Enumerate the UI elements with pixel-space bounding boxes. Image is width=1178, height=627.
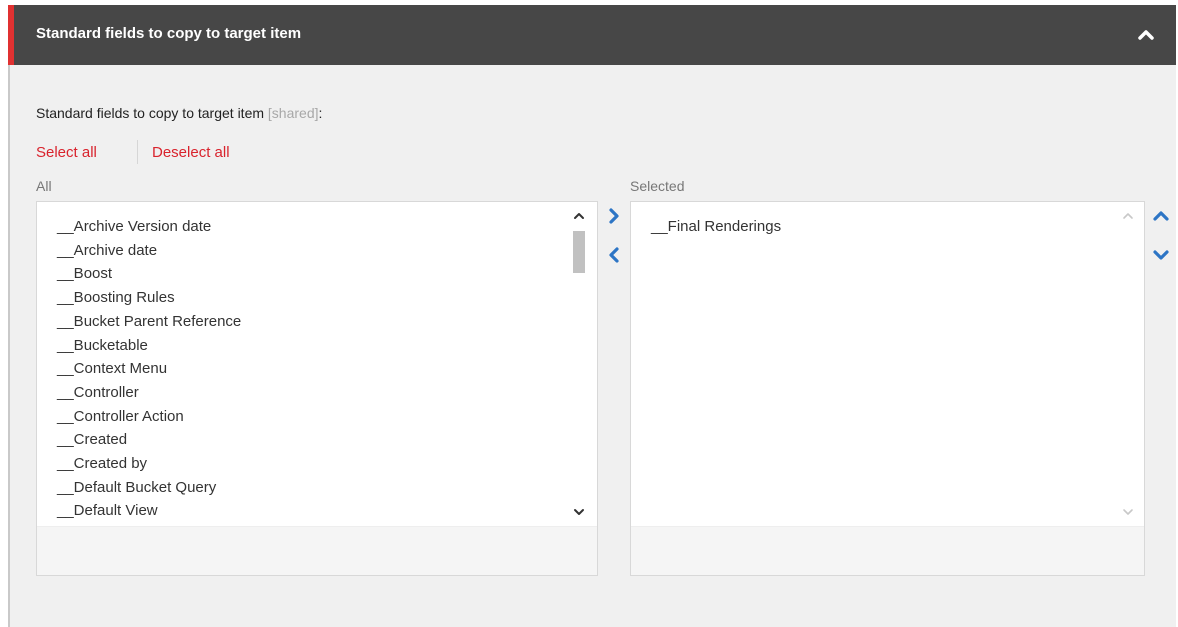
all-fields-listbox[interactable]: __Archive Version date __Archive date __… xyxy=(36,201,598,576)
scroll-down-chevron-down-icon[interactable] xyxy=(569,502,589,522)
scroll-up-chevron-up-icon[interactable] xyxy=(569,206,589,226)
collapse-chevron-up-icon[interactable] xyxy=(1136,25,1156,45)
move-up-chevron-up-icon[interactable] xyxy=(1151,206,1171,226)
list-item[interactable]: __Archive Version date xyxy=(57,215,241,239)
list-item[interactable]: __Bucketable xyxy=(57,334,241,358)
selected-list-scrollbar[interactable] xyxy=(1118,202,1138,528)
list-item[interactable]: __Created by xyxy=(57,452,241,476)
all-list-footer xyxy=(37,526,597,575)
selected-fields-items: __Final Renderings xyxy=(651,215,781,239)
list-item[interactable]: __Created xyxy=(57,428,241,452)
scroll-down-chevron-down-icon[interactable] xyxy=(1118,502,1138,522)
add-chevron-right-icon[interactable] xyxy=(604,206,624,226)
list-item[interactable]: __Controller xyxy=(57,381,241,405)
list-item[interactable]: __Final Renderings xyxy=(651,215,781,239)
shared-tag: [shared] xyxy=(267,105,319,121)
scroll-up-chevron-up-icon[interactable] xyxy=(1118,206,1138,226)
field-label: Standard fields to copy to target item [… xyxy=(36,105,322,121)
list-item[interactable]: __Context Menu xyxy=(57,357,241,381)
selected-fields-listbox[interactable]: __Final Renderings xyxy=(630,201,1145,576)
list-item[interactable]: __Controller Action xyxy=(57,405,241,429)
selected-list-footer xyxy=(631,526,1144,575)
deselect-all-link[interactable]: Deselect all xyxy=(152,144,230,161)
link-separator xyxy=(137,140,138,164)
list-item[interactable]: __Default View xyxy=(57,499,241,523)
panel-header[interactable]: Standard fields to copy to target item xyxy=(8,5,1176,65)
list-item[interactable]: __Boost xyxy=(57,262,241,286)
move-down-chevron-down-icon[interactable] xyxy=(1151,245,1171,265)
list-item[interactable]: __Boosting Rules xyxy=(57,286,241,310)
list-item[interactable]: __Default Bucket Query xyxy=(57,476,241,500)
selected-list-label: Selected xyxy=(630,178,685,194)
all-list-label: All xyxy=(36,178,52,194)
scrollbar-thumb[interactable] xyxy=(573,231,585,273)
all-list-scrollbar[interactable] xyxy=(569,202,589,528)
list-item[interactable]: __Archive date xyxy=(57,239,241,263)
field-label-colon: : xyxy=(318,105,323,121)
all-fields-items: __Archive Version date __Archive date __… xyxy=(57,215,241,523)
field-label-text: Standard fields to copy to target item xyxy=(36,105,265,121)
panel-title: Standard fields to copy to target item xyxy=(36,25,302,42)
list-item[interactable]: __Bucket Parent Reference xyxy=(57,310,241,334)
fields-panel: Standard fields to copy to target item S… xyxy=(8,5,1176,627)
select-all-link[interactable]: Select all xyxy=(36,144,97,161)
header-accent xyxy=(8,5,14,65)
remove-chevron-left-icon[interactable] xyxy=(604,245,624,265)
